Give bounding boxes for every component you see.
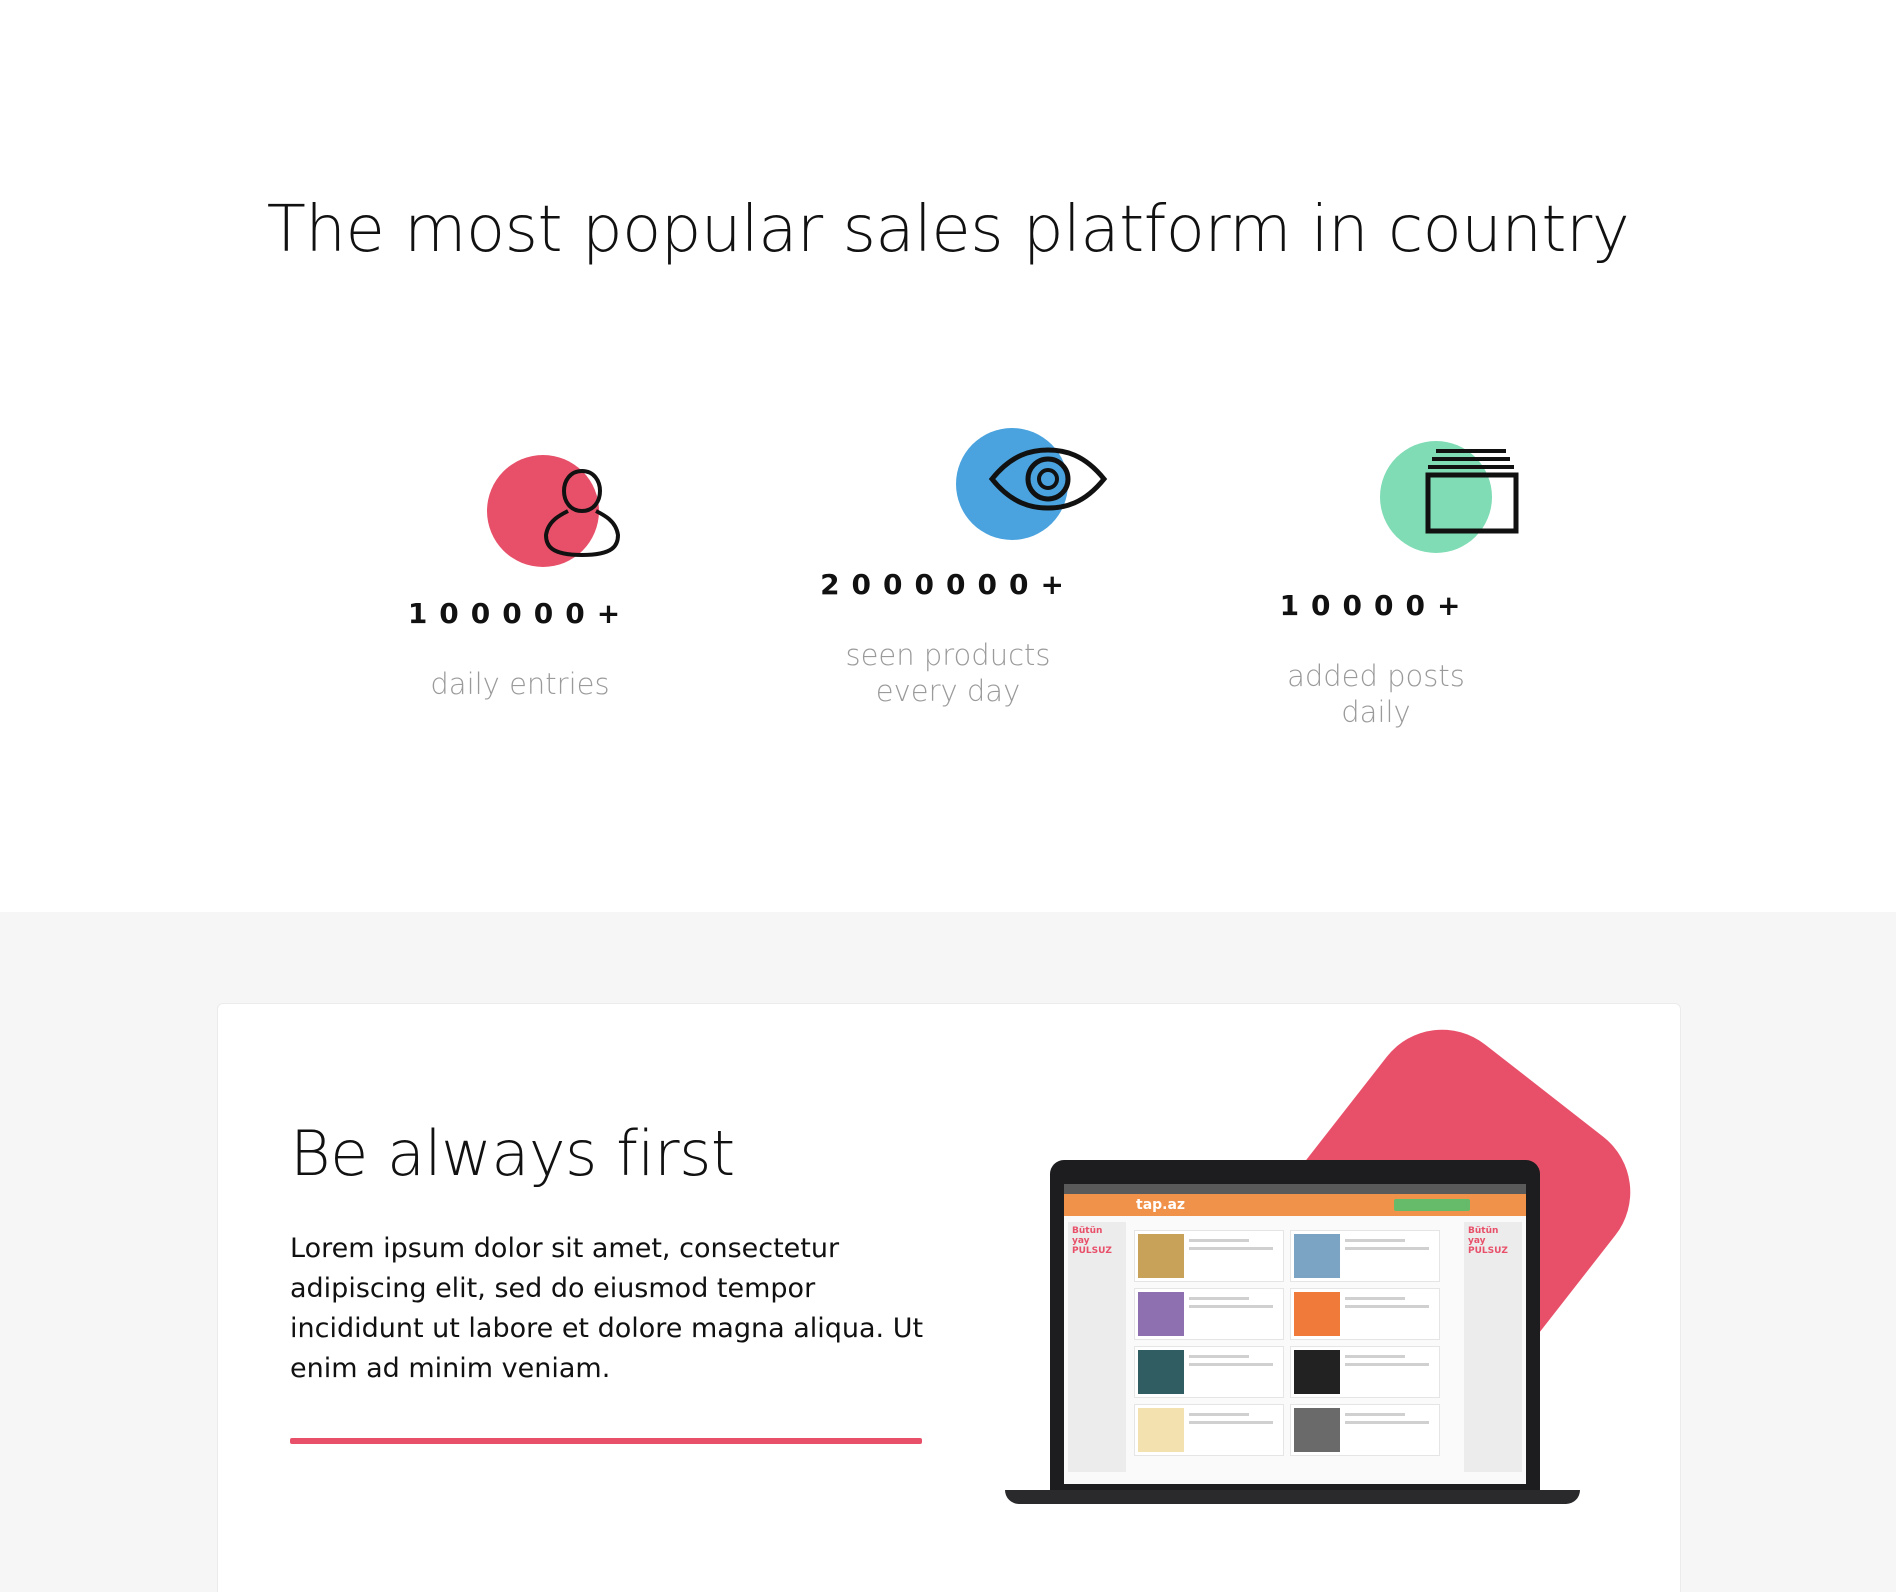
laptop-screen: tap.az Bütün yay PULSUZ Bütün yay PULSUZ <box>1064 1184 1526 1484</box>
listing-line <box>1345 1297 1405 1300</box>
screen-listing-card <box>1290 1230 1440 1282</box>
stat-icon-wrap <box>868 418 1108 548</box>
posts-stack-icon <box>1425 449 1519 534</box>
screen-logo: tap.az <box>1136 1197 1186 1213</box>
stat-label-line: every day <box>875 674 1021 708</box>
listing-line <box>1345 1413 1405 1416</box>
stat-label-line: seen products <box>845 638 1051 672</box>
stat-value: 100000+ <box>407 597 633 630</box>
screen-post-button <box>1394 1199 1470 1211</box>
stat-daily-entries: 100000+ daily entries <box>340 445 700 702</box>
stat-seen-products: 2000000+ seen products every day <box>768 418 1128 709</box>
listing-thumb <box>1294 1350 1340 1394</box>
eye-icon <box>988 447 1108 511</box>
stat-icon-wrap <box>1296 437 1519 567</box>
stat-added-posts: 10000+ added posts daily <box>1196 437 1556 730</box>
laptop-mockup: tap.az Bütün yay PULSUZ Bütün yay PULSUZ <box>1005 1160 1580 1505</box>
section-headline: The most popular sales platform in count… <box>266 193 1630 267</box>
feature-description: Lorem ipsum dolor sit amet, consectetur … <box>290 1233 924 1384</box>
stat-label-line: daily <box>1341 695 1411 729</box>
screen-left-banner: Bütün yay PULSUZ <box>1068 1222 1126 1472</box>
accent-divider <box>290 1438 922 1444</box>
listing-line <box>1189 1413 1249 1416</box>
stat-label-line: daily entries <box>430 667 610 701</box>
listing-thumb <box>1138 1292 1184 1336</box>
stat-value: 2000000+ <box>820 568 1076 601</box>
listing-line <box>1189 1297 1249 1300</box>
stat-label: seen products every day <box>768 637 1128 709</box>
user-icon <box>543 468 621 558</box>
listing-line <box>1189 1363 1273 1366</box>
listing-line <box>1189 1355 1249 1358</box>
stats-section: The most popular sales platform in count… <box>0 0 1896 912</box>
listing-thumb <box>1138 1408 1184 1452</box>
stat-icon-wrap <box>440 445 621 575</box>
laptop-base <box>1005 1490 1580 1504</box>
stat-label: daily entries <box>340 666 700 702</box>
screen-listing-card <box>1290 1346 1440 1398</box>
stat-value: 10000+ <box>1279 589 1473 622</box>
screen-listing-card <box>1134 1230 1284 1282</box>
screen-right-banner: Bütün yay PULSUZ <box>1464 1222 1522 1472</box>
listing-line <box>1189 1421 1273 1424</box>
listing-line <box>1189 1247 1273 1250</box>
screen-listing-card <box>1134 1288 1284 1340</box>
listing-line <box>1345 1363 1429 1366</box>
screen-listing-card <box>1134 1404 1284 1456</box>
promo-text: Bütün yay PULSUZ <box>1072 1226 1112 1256</box>
listing-thumb <box>1294 1292 1340 1336</box>
laptop-lid: tap.az Bütün yay PULSUZ Bütün yay PULSUZ <box>1050 1160 1540 1495</box>
listing-line <box>1345 1239 1405 1242</box>
listing-line <box>1189 1239 1249 1242</box>
listing-line <box>1345 1421 1429 1424</box>
screen-topbar <box>1064 1184 1526 1194</box>
stat-label: added posts daily <box>1196 658 1556 730</box>
listing-thumb <box>1294 1408 1340 1452</box>
listing-line <box>1345 1247 1429 1250</box>
feature-title: Be always first <box>290 1117 735 1190</box>
listing-thumb <box>1294 1234 1340 1278</box>
screen-listing-card <box>1290 1288 1440 1340</box>
screen-listing-card <box>1290 1404 1440 1456</box>
listing-thumb <box>1138 1350 1184 1394</box>
screen-listing-card <box>1134 1346 1284 1398</box>
feature-section: Be always first Lorem ipsum dolor sit am… <box>0 912 1896 1592</box>
promo-text: Bütün yay PULSUZ <box>1468 1226 1508 1256</box>
stat-label-line: added posts <box>1287 659 1465 693</box>
listing-line <box>1189 1305 1273 1308</box>
listing-line <box>1345 1355 1405 1358</box>
listing-thumb <box>1138 1234 1184 1278</box>
listing-line <box>1345 1305 1429 1308</box>
